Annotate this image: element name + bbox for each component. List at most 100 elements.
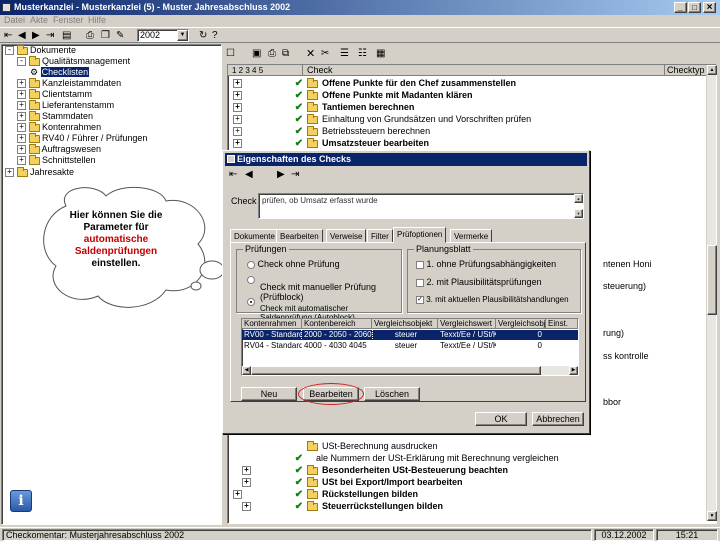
copy-icon[interactable]: ❐ xyxy=(101,30,110,41)
tab-pruefoptionen[interactable]: Prüfoptionen xyxy=(393,227,447,243)
year-select[interactable]: 2002 ▼ xyxy=(137,29,189,42)
cut-icon[interactable]: ✂ xyxy=(321,48,329,59)
checkbox-ohne[interactable]: 1. ohne Prüfungsabhängigkeiten xyxy=(416,259,556,269)
tree-item-qm[interactable]: - Qualitätsmanagement xyxy=(17,55,130,67)
vertical-scrollbar[interactable]: ▲ ▼ xyxy=(706,65,717,521)
prev-record-icon[interactable]: ◀ xyxy=(245,169,253,180)
table-row-selected[interactable]: RV00 - Standard 2000 - 2050 - 2060 steue… xyxy=(242,329,578,341)
last-record-icon[interactable]: ⇥ xyxy=(291,169,299,180)
expand-icon[interactable]: + xyxy=(17,123,26,133)
save-icon[interactable]: ▣ xyxy=(252,48,261,59)
menu-datei[interactable]: Datei xyxy=(4,15,25,26)
maximize-button[interactable]: □ xyxy=(688,2,701,13)
detail-view-icon[interactable]: ☷ xyxy=(358,48,367,59)
text-scroll-up-icon[interactable]: ▲ xyxy=(574,194,583,203)
minimize-button[interactable]: _ xyxy=(674,2,687,13)
scroll-right-icon[interactable]: ▶ xyxy=(569,366,578,375)
horizontal-scrollbar[interactable]: ◀ ▶ xyxy=(242,366,578,375)
scroll-thumb[interactable] xyxy=(707,245,717,315)
tree-item-lieferant[interactable]: + Lieferantenstamm xyxy=(17,99,114,111)
expand-icon[interactable]: + xyxy=(233,127,242,136)
next-record-icon[interactable]: ▶ xyxy=(277,169,285,180)
grid-header[interactable]: Vergleichswert xyxy=(438,319,496,329)
grid-header[interactable]: Kontenbereich xyxy=(302,319,372,329)
grid-header[interactable]: Vergleichsobjekt xyxy=(372,319,438,329)
list-view-icon[interactable]: ☰ xyxy=(340,48,349,59)
close-button[interactable]: × xyxy=(703,2,716,13)
expand-icon[interactable]: + xyxy=(17,112,26,122)
delete-icon[interactable]: ✕ xyxy=(306,47,315,60)
tree-item-rv40[interactable]: + RV40 / Führer / Prüfungen xyxy=(17,132,147,144)
new-button[interactable]: Neu xyxy=(241,387,297,401)
nav-next-icon[interactable]: ▶ xyxy=(32,30,40,41)
expand-icon[interactable]: + xyxy=(233,103,242,112)
grid-header[interactable]: Vergleichsobjekt xyxy=(496,319,546,329)
tab-dokumente[interactable]: Dokumente xyxy=(230,229,279,243)
tab-vermerke[interactable]: Vermerke xyxy=(450,229,493,243)
expand-icon[interactable]: + xyxy=(233,115,242,124)
checkbox-icon[interactable] xyxy=(416,278,424,287)
text-scroll-down-icon[interactable]: ▼ xyxy=(574,209,583,218)
checkbox-icon[interactable] xyxy=(416,260,424,269)
cancel-button[interactable]: Abbrechen xyxy=(532,412,584,426)
expand-icon[interactable]: + xyxy=(17,156,26,166)
preview-icon[interactable]: ⧉ xyxy=(282,48,289,59)
tree-item-checklisten[interactable]: ⚙ Checklisten xyxy=(30,67,90,78)
collapse-icon[interactable]: - xyxy=(17,57,26,67)
expand-icon[interactable]: + xyxy=(242,466,251,475)
radio-ohne-pruefung[interactable]: Check ohne Prüfung xyxy=(247,259,340,269)
expand-icon[interactable]: + xyxy=(17,145,26,155)
properties-icon[interactable]: ▦ xyxy=(376,48,385,59)
expand-icon[interactable]: + xyxy=(5,168,14,178)
help-icon[interactable]: ? xyxy=(212,30,218,41)
grid-header[interactable]: Kontenrahmen xyxy=(242,319,302,329)
menu-hilfe[interactable]: Hilfe xyxy=(88,15,106,26)
expand-icon[interactable]: + xyxy=(17,79,26,89)
checkbox-checked-icon[interactable]: ✓ xyxy=(416,295,424,304)
nav-last-icon[interactable]: ⇥ xyxy=(46,30,54,41)
expand-icon[interactable]: + xyxy=(233,91,242,100)
grid-header[interactable]: Einst. xyxy=(546,319,578,329)
collapse-icon[interactable]: - xyxy=(5,46,14,56)
expand-icon[interactable]: + xyxy=(233,139,242,148)
expand-icon[interactable]: + xyxy=(17,90,26,100)
menu-fenster[interactable]: Fenster xyxy=(53,15,84,26)
scroll-left-icon[interactable]: ◀ xyxy=(242,366,251,375)
checkbox-plausi[interactable]: 2. mit Plausibilitätsprüfungen xyxy=(416,277,542,287)
expand-icon[interactable]: + xyxy=(233,79,242,88)
grid-header-check[interactable]: Check xyxy=(303,65,665,76)
print-icon[interactable]: ⎙ xyxy=(268,48,276,59)
tree-item-client[interactable]: + Clientstamm xyxy=(17,88,92,100)
scroll-down-icon[interactable]: ▼ xyxy=(707,511,717,521)
tab-verweise[interactable]: Verweise xyxy=(326,229,367,243)
ok-button[interactable]: OK xyxy=(475,412,527,426)
open-icon[interactable]: ▤ xyxy=(62,30,71,41)
tree-item-auftrag[interactable]: + Auftragswesen xyxy=(17,143,101,155)
tab-filter[interactable]: Filter xyxy=(367,229,393,243)
tree-item-schnitt[interactable]: + Schnittstellen xyxy=(17,154,96,166)
expand-icon[interactable]: + xyxy=(17,101,26,111)
nav-first-icon[interactable]: ⇤ xyxy=(4,30,12,41)
new-icon[interactable]: ☐ xyxy=(226,48,235,59)
radio-icon[interactable] xyxy=(247,275,255,284)
edit-icon[interactable]: ✎ xyxy=(116,30,124,41)
expand-icon[interactable]: + xyxy=(242,502,251,511)
print-icon[interactable]: ⎙ xyxy=(86,30,94,41)
delete-button[interactable]: Löschen xyxy=(364,387,420,401)
refresh-icon[interactable]: ↻ xyxy=(199,30,207,41)
info-icon[interactable]: i xyxy=(10,490,32,512)
tree-item-kanzlei[interactable]: + Kanzleistammdaten xyxy=(17,77,121,89)
expand-icon[interactable]: + xyxy=(242,478,251,487)
scroll-thumb[interactable] xyxy=(251,366,541,375)
check-text-field[interactable]: prüfen, ob Umsatz erfasst wurde ▲ ▼ xyxy=(258,193,584,219)
menu-akte[interactable]: Akte xyxy=(30,15,48,26)
tree-item-dokumente[interactable]: - Dokumente xyxy=(5,44,76,56)
table-row[interactable]: RV04 - Standard 4000 - 4030 4045 steuer … xyxy=(242,341,578,351)
scroll-up-icon[interactable]: ▲ xyxy=(707,65,717,75)
chevron-down-icon[interactable]: ▼ xyxy=(177,30,188,41)
tree-item-kontenrahmen[interactable]: + Kontenrahmen xyxy=(17,121,101,133)
first-record-icon[interactable]: ⇤ xyxy=(229,169,237,180)
expand-icon[interactable]: + xyxy=(17,134,26,144)
radio-icon[interactable] xyxy=(247,260,255,269)
tree-item-jahresakte[interactable]: + Jahresakte xyxy=(5,166,74,178)
